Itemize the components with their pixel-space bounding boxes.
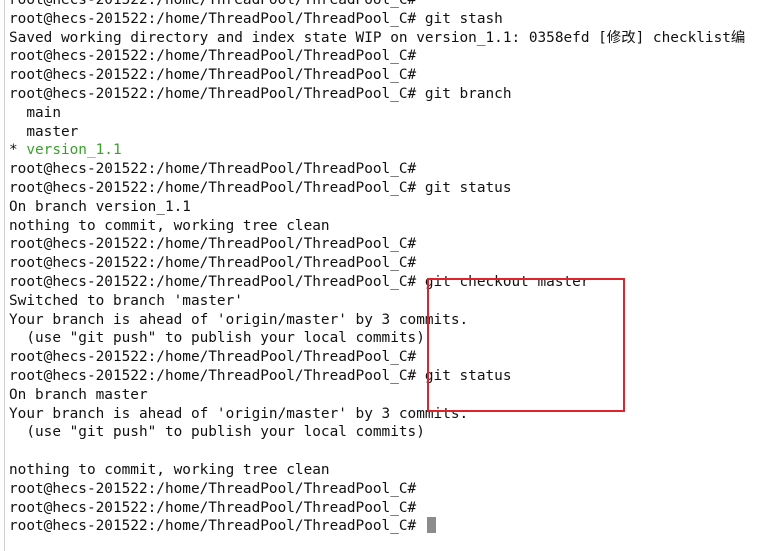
- terminal-line: Your branch is ahead of 'origin/master' …: [9, 405, 766, 424]
- shell-prompt: root@hecs-201522:/home/ThreadPool/Thread…: [9, 236, 417, 253]
- terminal-line: root@hecs-201522:/home/ThreadPool/Thread…: [9, 499, 766, 518]
- command-output: nothing to commit, working tree clean: [9, 217, 330, 234]
- current-branch-name: version_1.1: [26, 142, 122, 159]
- terminal-line: root@hecs-201522:/home/ThreadPool/Thread…: [9, 179, 766, 198]
- command-output: master: [9, 123, 79, 140]
- terminal-line: root@hecs-201522:/home/ThreadPool/Thread…: [9, 254, 766, 273]
- terminal-line: Switched to branch 'master': [9, 292, 766, 311]
- command-output: Switched to branch 'master': [9, 292, 243, 309]
- terminal-line: root@hecs-201522:/home/ThreadPool/Thread…: [9, 348, 766, 367]
- terminal-line: master: [9, 123, 766, 142]
- shell-prompt: root@hecs-201522:/home/ThreadPool/Thread…: [9, 48, 417, 65]
- shell-prompt: root@hecs-201522:/home/ThreadPool/Thread…: [9, 179, 417, 196]
- terminal-line: root@hecs-201522:/home/ThreadPool/Thread…: [9, 47, 766, 66]
- terminal-line: root@hecs-201522:/home/ThreadPool/Thread…: [9, 66, 766, 85]
- terminal-line: root@hecs-201522:/home/ThreadPool/Thread…: [9, 10, 766, 29]
- terminal-line: On branch master: [9, 386, 766, 405]
- terminal-line: root@hecs-201522:/home/ThreadPool/Thread…: [9, 273, 766, 292]
- command-output: On branch version_1.1: [9, 198, 191, 215]
- terminal-line: * version_1.1: [9, 141, 766, 160]
- shell-command: git stash: [416, 10, 503, 27]
- shell-prompt: root@hecs-201522:/home/ThreadPool/Thread…: [9, 255, 417, 272]
- shell-prompt: root@hecs-201522:/home/ThreadPool/Thread…: [9, 273, 417, 290]
- highlight-annotation-box: [427, 278, 625, 412]
- shell-prompt: root@hecs-201522:/home/ThreadPool/Thread…: [9, 85, 417, 102]
- terminal-line: root@hecs-201522:/home/ThreadPool/Thread…: [9, 480, 766, 499]
- terminal-line: root@hecs-201522:/home/ThreadPool/Thread…: [9, 85, 766, 104]
- shell-prompt: root@hecs-201522:/home/ThreadPool/Thread…: [9, 499, 417, 516]
- text-cursor: [426, 517, 436, 534]
- shell-prompt: root@hecs-201522:/home/ThreadPool/Thread…: [9, 518, 417, 535]
- terminal-line: (use "git push" to publish your local co…: [9, 423, 766, 442]
- command-output: (use "git push" to publish your local co…: [9, 424, 425, 441]
- command-output: Saved working directory and index state …: [9, 29, 746, 46]
- shell-prompt: root@hecs-201522:/home/ThreadPool/Thread…: [9, 10, 417, 27]
- terminal-output: root@hecs-201522:/home/ThreadPool/Thread…: [9, 0, 766, 536]
- terminal-line: On branch version_1.1: [9, 198, 766, 217]
- shell-command: git status: [416, 179, 512, 196]
- terminal-line: root@hecs-201522:/home/ThreadPool/Thread…: [9, 235, 766, 254]
- shell-command: [416, 518, 425, 534]
- terminal-line: Saved working directory and index state …: [9, 29, 766, 48]
- shell-prompt: root@hecs-201522:/home/ThreadPool/Thread…: [9, 0, 417, 8]
- shell-prompt: root@hecs-201522:/home/ThreadPool/Thread…: [9, 161, 417, 178]
- terminal-line: Your branch is ahead of 'origin/master' …: [9, 311, 766, 330]
- shell-prompt: root@hecs-201522:/home/ThreadPool/Thread…: [9, 349, 417, 366]
- shell-prompt: root@hecs-201522:/home/ThreadPool/Thread…: [9, 480, 417, 497]
- command-output: Your branch is ahead of 'origin/master' …: [9, 311, 469, 328]
- command-output: nothing to commit, working tree clean: [9, 461, 330, 478]
- command-output: (use "git push" to publish your local co…: [9, 330, 425, 347]
- terminal-line: nothing to commit, working tree clean: [9, 461, 766, 480]
- command-output: On branch master: [9, 386, 148, 403]
- shell-prompt: root@hecs-201522:/home/ThreadPool/Thread…: [9, 67, 417, 84]
- terminal-line: (use "git push" to publish your local co…: [9, 329, 766, 348]
- terminal-line: nothing to commit, working tree clean: [9, 217, 766, 236]
- command-output: Your branch is ahead of 'origin/master' …: [9, 405, 469, 422]
- terminal-line: root@hecs-201522:/home/ThreadPool/Thread…: [9, 367, 766, 386]
- shell-command: git branch: [416, 85, 512, 102]
- shell-prompt: root@hecs-201522:/home/ThreadPool/Thread…: [9, 367, 417, 384]
- terminal-window[interactable]: root@hecs-201522:/home/ThreadPool/Thread…: [0, 0, 766, 551]
- terminal-line: main: [9, 104, 766, 123]
- current-branch-marker: *: [9, 142, 27, 159]
- terminal-left-border: [4, 0, 5, 551]
- terminal-line: root@hecs-201522:/home/ThreadPool/Thread…: [9, 0, 766, 10]
- command-output: main: [9, 104, 61, 121]
- terminal-line: root@hecs-201522:/home/ThreadPool/Thread…: [9, 517, 766, 536]
- terminal-line: root@hecs-201522:/home/ThreadPool/Thread…: [9, 160, 766, 179]
